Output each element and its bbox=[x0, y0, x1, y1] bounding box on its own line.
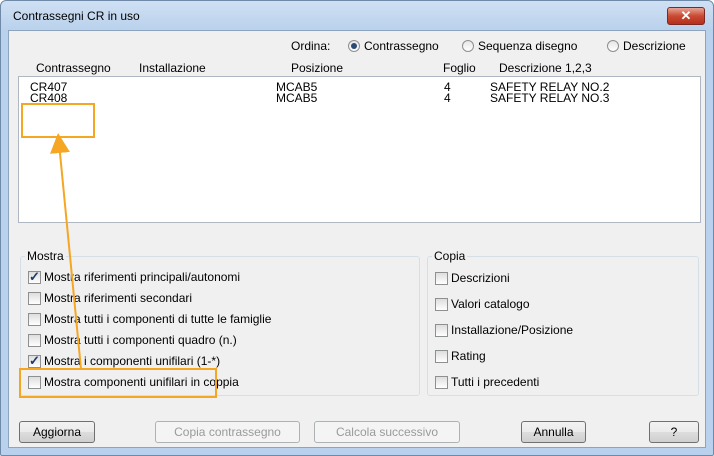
arrow-line bbox=[50, 133, 82, 370]
annotation-arrow bbox=[50, 133, 82, 370]
dialog-window: Contrassegni CR in uso ✕ Ordina: Contras… bbox=[0, 0, 714, 456]
